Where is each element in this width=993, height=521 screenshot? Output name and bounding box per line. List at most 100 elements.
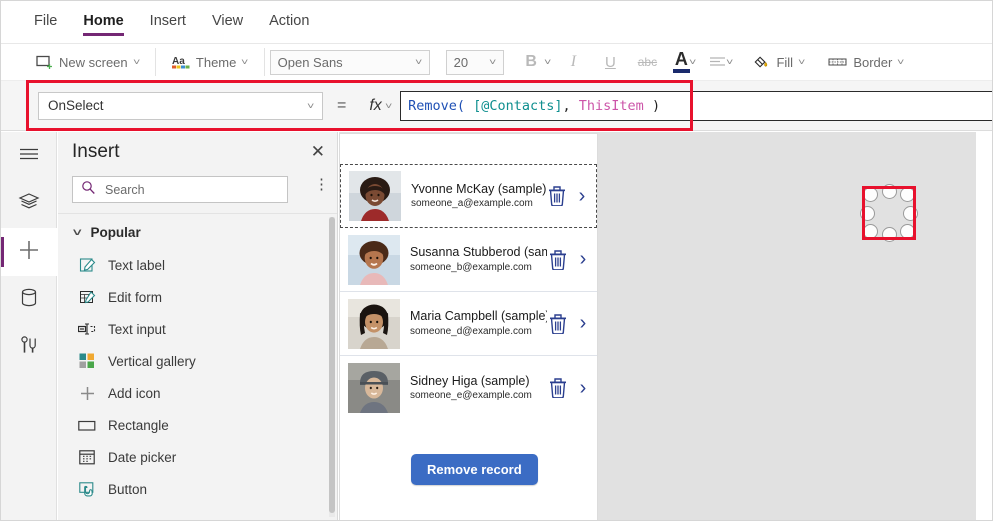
font-family-value: Open Sans (277, 54, 343, 70)
chevron-right-icon[interactable]: › (573, 248, 593, 271)
rail-item-menu[interactable] (1, 132, 57, 180)
rail-item-insert[interactable] (1, 228, 57, 276)
table-row[interactable]: Sidney Higa (sample) someone_e@example.c… (340, 356, 597, 420)
strikethrough-button[interactable]: abc (634, 49, 661, 76)
table-row[interactable]: Susanna Stubberod (sample) someone_b@exa… (340, 228, 597, 292)
theme-label: Theme (195, 54, 237, 70)
contact-info: Susanna Stubberod (sample) someone_b@exa… (400, 244, 547, 275)
chevron-right-icon[interactable]: › (573, 377, 593, 400)
trash-icon[interactable] (546, 186, 568, 206)
text-input-icon (78, 320, 96, 338)
contact-info: Maria Campbell (sample) someone_d@exampl… (400, 308, 547, 339)
trash-icon[interactable] (547, 313, 569, 334)
insert-item-button[interactable]: Button (58, 473, 337, 505)
new-screen-icon (35, 53, 53, 71)
menu-item-insert[interactable]: Insert (150, 9, 186, 36)
close-icon[interactable]: ✕ (311, 143, 325, 160)
underline-button[interactable]: U (597, 49, 624, 76)
contacts-gallery: Yvonne McKay (sample) someone_a@example.… (340, 164, 597, 420)
svg-text:Aa: Aa (172, 56, 185, 67)
contact-info: Yvonne McKay (sample) someone_a@example.… (401, 181, 546, 212)
bold-button[interactable]: B ˅ (518, 49, 551, 76)
contact-info: Sidney Higa (sample) someone_e@example.c… (400, 373, 547, 404)
chevron-down-icon: ˅ (306, 100, 315, 111)
border-icon (828, 53, 847, 71)
menu-item-action[interactable]: Action (269, 9, 309, 36)
tree-view-icon (18, 192, 40, 217)
trash-icon[interactable] (547, 378, 569, 398)
italic-button[interactable]: I (560, 49, 587, 76)
menu-item-file[interactable]: File (34, 9, 57, 36)
chevron-down-icon: ˅ (241, 57, 249, 67)
avatar (349, 171, 401, 221)
insert-item-label: Add icon (108, 385, 161, 401)
insert-item-text-label[interactable]: Text label (58, 249, 337, 281)
rail-item-advanced-tools[interactable] (1, 324, 57, 372)
formula-token: ) (643, 97, 661, 114)
property-select-value: OnSelect (48, 98, 104, 113)
insert-group-popular[interactable]: ˅ Popular (58, 214, 337, 249)
formula-input[interactable]: Remove( [@Contacts], ThisItem ) (400, 90, 992, 121)
insert-item-label: Button (108, 481, 148, 497)
insert-item-text-input[interactable]: Text input (58, 313, 337, 345)
more-options-icon[interactable]: ⋮ (314, 177, 329, 191)
menu-item-view[interactable]: View (212, 9, 243, 36)
rectangle-icon (78, 416, 96, 434)
chevron-right-icon[interactable]: › (572, 185, 592, 208)
chevron-down-icon: ˅ (897, 57, 905, 67)
font-size-value: 20 (453, 54, 469, 70)
font-size-select[interactable]: 20 ˅ (445, 49, 504, 75)
formula-token (465, 98, 473, 114)
remove-record-button[interactable]: Remove record (411, 454, 538, 485)
theme-icon: Aa (171, 53, 190, 71)
insert-item-rectangle[interactable]: Rectangle (58, 409, 337, 441)
property-select[interactable]: OnSelect ˅ (38, 91, 323, 120)
font-color-button[interactable]: A ˅ (672, 50, 697, 73)
insert-panel-header: Insert ✕ ⋮ (58, 132, 337, 214)
rail-item-data[interactable] (1, 276, 57, 324)
new-screen-button[interactable]: New screen ˅ (29, 50, 145, 74)
align-left-icon (709, 53, 727, 71)
insert-item-edit-form[interactable]: Edit form (58, 281, 337, 313)
chevron-down-icon: ˅ (132, 57, 140, 67)
search-input[interactable] (103, 181, 263, 198)
insert-item-label: Edit form (108, 289, 163, 305)
chevron-down-icon: ˅ (384, 100, 393, 111)
font-family-select[interactable]: Open Sans ˅ (269, 49, 430, 75)
border-label: Border (853, 54, 893, 70)
ribbon-toolbar: New screen ˅ Aa Theme ˅ Open Sans ˅ 20 ˅… (1, 44, 992, 81)
insert-item-date-picker[interactable]: Date picker (58, 441, 337, 473)
fx-button[interactable]: fx ˅ (360, 97, 400, 115)
powerapps-studio-window: File Home Insert View Action New screen … (0, 0, 993, 521)
avatar (348, 298, 400, 349)
insert-item-label: Rectangle (108, 417, 169, 433)
table-row[interactable]: Yvonne McKay (sample) someone_a@example.… (340, 164, 597, 228)
button-icon (78, 480, 96, 498)
date-picker-icon (78, 448, 96, 466)
trash-icon[interactable] (547, 249, 569, 270)
search-icon (81, 180, 96, 200)
border-button[interactable]: Border ˅ (822, 50, 909, 74)
new-screen-label: New screen (59, 54, 128, 70)
chevron-down-icon: ˅ (688, 57, 697, 67)
bold-label: B (525, 53, 537, 70)
insert-panel-scrollbar-thumb[interactable] (329, 217, 335, 513)
fill-button[interactable]: Fill ˅ (746, 50, 810, 74)
insert-item-add-icon[interactable]: Add icon (58, 377, 337, 409)
left-icon-rail (1, 132, 57, 520)
menu-item-home[interactable]: Home (83, 9, 124, 36)
database-icon (19, 287, 39, 314)
rail-item-tree-view[interactable] (1, 180, 57, 228)
ribbon-divider (263, 48, 265, 76)
chevron-down-icon: ˅ (72, 226, 82, 239)
insert-item-vertical-gallery[interactable]: Vertical gallery (58, 345, 337, 377)
align-button[interactable]: ˅ (709, 53, 733, 71)
chevron-down-icon: ˅ (415, 57, 423, 67)
contact-email: someone_b@example.com (410, 261, 532, 273)
insert-item-label: Date picker (108, 449, 177, 465)
search-box[interactable] (72, 176, 288, 203)
chevron-down-icon: ˅ (543, 57, 551, 67)
theme-button[interactable]: Aa Theme ˅ (166, 50, 254, 74)
chevron-right-icon[interactable]: › (573, 312, 593, 335)
table-row[interactable]: Maria Campbell (sample) someone_d@exampl… (340, 292, 597, 356)
